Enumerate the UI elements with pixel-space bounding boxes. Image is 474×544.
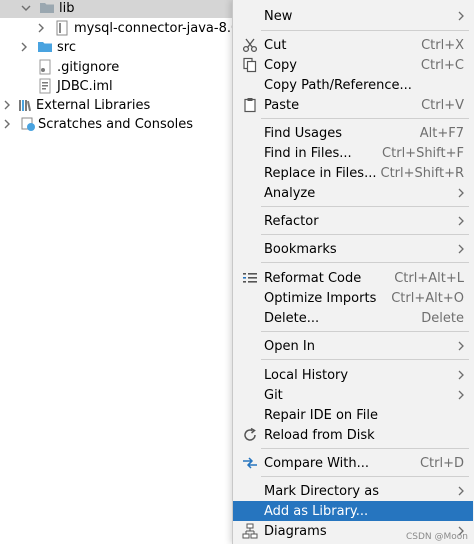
menu-item-find-in-files[interactable]: Find in Files... Ctrl+Shift+F (233, 143, 473, 163)
menu-separator (261, 234, 469, 235)
paste-icon (242, 97, 258, 113)
menu-item-analyze[interactable]: Analyze (233, 183, 473, 203)
menu-item-label: Bookmarks (264, 241, 337, 257)
menu-item-label: Reload from Disk (264, 427, 375, 443)
tree-item-label: .gitignore (57, 59, 120, 75)
tree-item-label: JDBC.iml (57, 78, 113, 94)
menu-item-mark-directory-as[interactable]: Mark Directory as (233, 481, 473, 501)
menu-item-label: Find Usages (264, 125, 343, 141)
menu-item-local-history[interactable]: Local History (233, 365, 473, 385)
folder-icon (39, 0, 55, 16)
menu-separator (261, 331, 469, 332)
menu-item-label: Local History (264, 367, 349, 383)
menu-item-label: Copy (264, 57, 297, 73)
menu-item-label: Mark Directory as (264, 483, 379, 499)
menu-item-label: Open In (264, 338, 315, 354)
copy-icon (242, 57, 258, 73)
submenu-arrow-icon (457, 486, 465, 496)
menu-item-label: Cut (264, 37, 287, 53)
watermark: CSDN @Moon (405, 532, 468, 542)
menu-item-repair-ide[interactable]: Repair IDE on File (233, 405, 473, 425)
menu-item-shortcut: Delete (421, 310, 464, 326)
reload-icon (242, 427, 258, 443)
menu-item-shortcut: Ctrl+D (419, 455, 464, 471)
menu-item-label: Compare With... (264, 455, 370, 471)
menu-item-new[interactable]: New (233, 6, 473, 26)
reformat-icon (242, 270, 258, 286)
menu-item-label: Diagrams (264, 523, 327, 539)
menu-separator (261, 118, 469, 119)
submenu-arrow-icon (457, 390, 465, 400)
menu-item-reload-from-disk[interactable]: Reload from Disk (233, 425, 473, 445)
menu-item-label: Replace in Files... (264, 165, 377, 181)
menu-item-label: New (264, 8, 293, 24)
chevron-right-icon[interactable] (36, 23, 46, 33)
menu-separator (261, 30, 469, 31)
menu-item-shortcut: Ctrl+C (420, 57, 464, 73)
menu-item-refactor[interactable]: Refactor (233, 211, 473, 231)
menu-item-reformat-code[interactable]: Reformat Code Ctrl+Alt+L (233, 268, 473, 288)
menu-item-delete[interactable]: Delete... Delete (233, 308, 473, 328)
context-menu: New Cut Ctrl+X Copy Ctrl+C Copy Path/Ref… (232, 0, 474, 544)
menu-item-label: Reformat Code (264, 270, 362, 286)
tree-item-label: src (57, 39, 76, 55)
folder-icon (37, 39, 53, 55)
menu-item-add-as-library[interactable]: Add as Library... (233, 501, 473, 521)
menu-item-cut[interactable]: Cut Ctrl+X (233, 35, 473, 55)
menu-item-shortcut: Ctrl+Alt+O (391, 290, 464, 306)
menu-item-shortcut: Ctrl+X (421, 37, 464, 53)
menu-item-label: Add as Library... (264, 503, 369, 519)
submenu-arrow-icon (457, 216, 465, 226)
menu-item-label: Git (264, 387, 283, 403)
menu-item-replace-in-files[interactable]: Replace in Files... Ctrl+Shift+R (233, 163, 473, 183)
diagrams-icon (242, 523, 258, 539)
menu-item-paste[interactable]: Paste Ctrl+V (233, 95, 473, 115)
tree-item-label: Scratches and Consoles (38, 116, 194, 132)
menu-item-find-usages[interactable]: Find Usages Alt+F7 (233, 123, 473, 143)
submenu-arrow-icon (457, 341, 465, 351)
menu-item-compare-with[interactable]: Compare With... Ctrl+D (233, 453, 473, 473)
menu-item-copy-path[interactable]: Copy Path/Reference... (233, 75, 473, 95)
menu-item-label: Delete... (264, 310, 320, 326)
chevron-right-icon[interactable] (2, 119, 12, 129)
menu-separator (261, 206, 469, 207)
file-icon (37, 59, 53, 75)
menu-separator (261, 448, 469, 449)
menu-item-git[interactable]: Git (233, 385, 473, 405)
menu-item-label: Repair IDE on File (264, 407, 379, 423)
menu-item-open-in[interactable]: Open In (233, 336, 473, 356)
menu-item-label: Optimize Imports (264, 290, 377, 306)
menu-item-label: Analyze (264, 185, 316, 201)
tree-item-label: lib (59, 0, 75, 16)
compare-icon (242, 455, 258, 471)
jar-icon (54, 20, 70, 36)
library-icon (18, 97, 34, 113)
chevron-right-icon[interactable] (19, 42, 29, 52)
menu-item-label: Copy Path/Reference... (264, 77, 412, 93)
submenu-arrow-icon (457, 244, 465, 254)
menu-item-label: Refactor (264, 213, 319, 229)
tree-item-label: External Libraries (36, 97, 151, 113)
menu-item-shortcut: Alt+F7 (419, 125, 464, 141)
submenu-arrow-icon (457, 188, 465, 198)
menu-item-shortcut: Ctrl+V (421, 97, 464, 113)
menu-separator (261, 359, 469, 360)
chevron-right-icon[interactable] (2, 100, 12, 110)
menu-item-copy[interactable]: Copy Ctrl+C (233, 55, 473, 75)
iml-file-icon (37, 78, 53, 94)
menu-separator (261, 476, 469, 477)
submenu-arrow-icon (457, 370, 465, 380)
submenu-arrow-icon (457, 11, 465, 21)
menu-item-bookmarks[interactable]: Bookmarks (233, 239, 473, 259)
menu-item-shortcut: Ctrl+Alt+L (394, 270, 464, 286)
menu-item-optimize-imports[interactable]: Optimize Imports Ctrl+Alt+O (233, 288, 473, 308)
menu-separator (261, 262, 469, 263)
scratches-icon (20, 116, 36, 132)
menu-item-label: Paste (264, 97, 300, 113)
chevron-down-icon[interactable] (21, 3, 31, 13)
scissors-icon (242, 37, 258, 53)
menu-item-shortcut: Ctrl+Shift+F (382, 145, 464, 161)
menu-item-shortcut: Ctrl+Shift+R (380, 165, 465, 181)
menu-item-label: Find in Files... (264, 145, 352, 161)
